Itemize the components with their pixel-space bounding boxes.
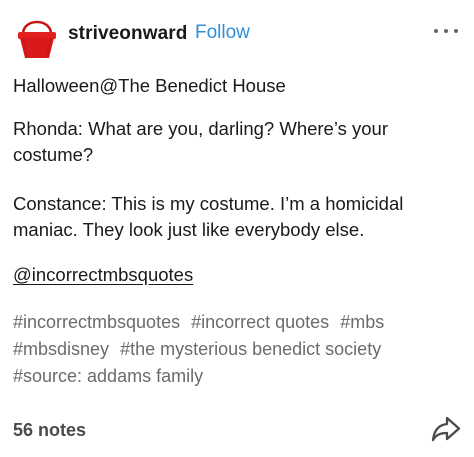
- share-arrow-icon[interactable]: [430, 413, 462, 445]
- tag[interactable]: #the mysterious benedict society: [120, 339, 381, 359]
- tag[interactable]: #incorrect quotes: [191, 312, 329, 332]
- tag[interactable]: #incorrectmbsquotes: [13, 312, 180, 332]
- red-bucket-icon[interactable]: [14, 14, 60, 60]
- tag[interactable]: #source: addams family: [13, 366, 203, 386]
- username[interactable]: striveonward: [68, 23, 187, 45]
- post-header: striveonward Follow: [8, 8, 466, 60]
- quote-line-constance: Constance: This is my costume. I’m a hom…: [13, 193, 404, 240]
- quote-line-rhonda: Rhonda: What are you, darling? Where’s y…: [13, 118, 388, 165]
- tag-list: #incorrectmbsquotes #incorrect quotes #m…: [13, 309, 443, 390]
- tag[interactable]: #mbsdisney: [13, 339, 109, 359]
- tag[interactable]: #mbs: [340, 312, 384, 332]
- tumblr-post: striveonward Follow Halloween@The Benedi…: [0, 0, 474, 457]
- mention-link[interactable]: @incorrectmbsquotes: [13, 262, 193, 288]
- notes-count[interactable]: 56 notes: [13, 420, 86, 441]
- follow-button[interactable]: Follow: [195, 22, 250, 44]
- post-title: Halloween@The Benedict House: [13, 75, 286, 96]
- more-options-icon[interactable]: [432, 20, 460, 40]
